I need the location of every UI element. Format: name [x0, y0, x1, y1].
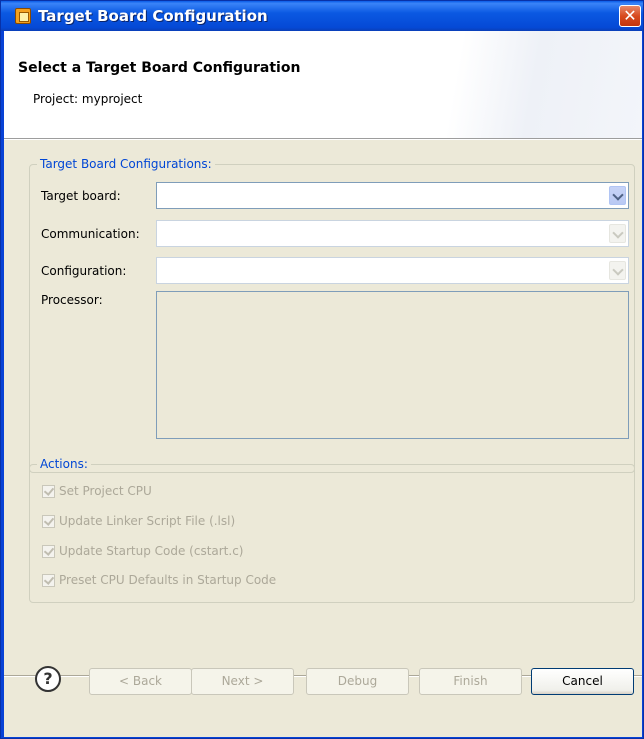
communication-label: Communication:	[41, 227, 140, 241]
checkmark-icon[interactable]	[42, 545, 55, 558]
processor-textarea[interactable]	[156, 291, 629, 439]
target-board-select[interactable]	[156, 182, 629, 209]
checkbox-label: Set Project CPU	[59, 484, 152, 498]
group-legend-actions: Actions:	[40, 457, 88, 471]
app-icon	[15, 8, 31, 24]
wizard-header: Select a Target Board Configuration Proj…	[4, 31, 642, 139]
chevron-down-icon[interactable]	[609, 261, 626, 280]
project-label: Project: myproject	[33, 92, 143, 106]
next-button[interactable]: Next >	[191, 668, 294, 695]
checkmark-icon[interactable]	[42, 515, 55, 528]
page-title: Select a Target Board Configuration	[18, 60, 301, 76]
checkbox-label: Update Linker Script File (.lsl)	[59, 514, 236, 528]
checkmark-icon[interactable]	[42, 485, 55, 498]
checkmark-icon[interactable]	[42, 574, 55, 587]
window-title: Target Board Configuration	[38, 7, 268, 25]
chevron-down-icon[interactable]	[609, 186, 626, 205]
debug-button[interactable]: Debug	[306, 668, 409, 695]
dialog-client-area: Select a Target Board Configuration Proj…	[4, 31, 642, 737]
title-bar[interactable]: Target Board Configuration ✕	[1, 1, 643, 31]
dialog-window: Target Board Configuration ✕ Select a Ta…	[0, 0, 644, 739]
back-button[interactable]: < Back	[89, 668, 192, 695]
chevron-down-icon[interactable]	[609, 224, 626, 243]
close-icon[interactable]: ✕	[619, 5, 641, 27]
communication-select[interactable]	[156, 220, 629, 247]
group-legend-configurations: Target Board Configurations:	[40, 157, 212, 171]
cancel-button[interactable]: Cancel	[531, 668, 634, 695]
header-divider	[4, 139, 642, 140]
checkbox-label: Preset CPU Defaults in Startup Code	[59, 573, 277, 587]
checkbox-label: Update Startup Code (cstart.c)	[59, 544, 244, 558]
target-board-label: Target board:	[41, 189, 121, 203]
configuration-select[interactable]	[156, 257, 629, 284]
processor-label: Processor:	[41, 293, 103, 307]
help-icon[interactable]: ?	[35, 666, 61, 692]
configuration-label: Configuration:	[41, 264, 127, 278]
finish-button[interactable]: Finish	[419, 668, 522, 695]
